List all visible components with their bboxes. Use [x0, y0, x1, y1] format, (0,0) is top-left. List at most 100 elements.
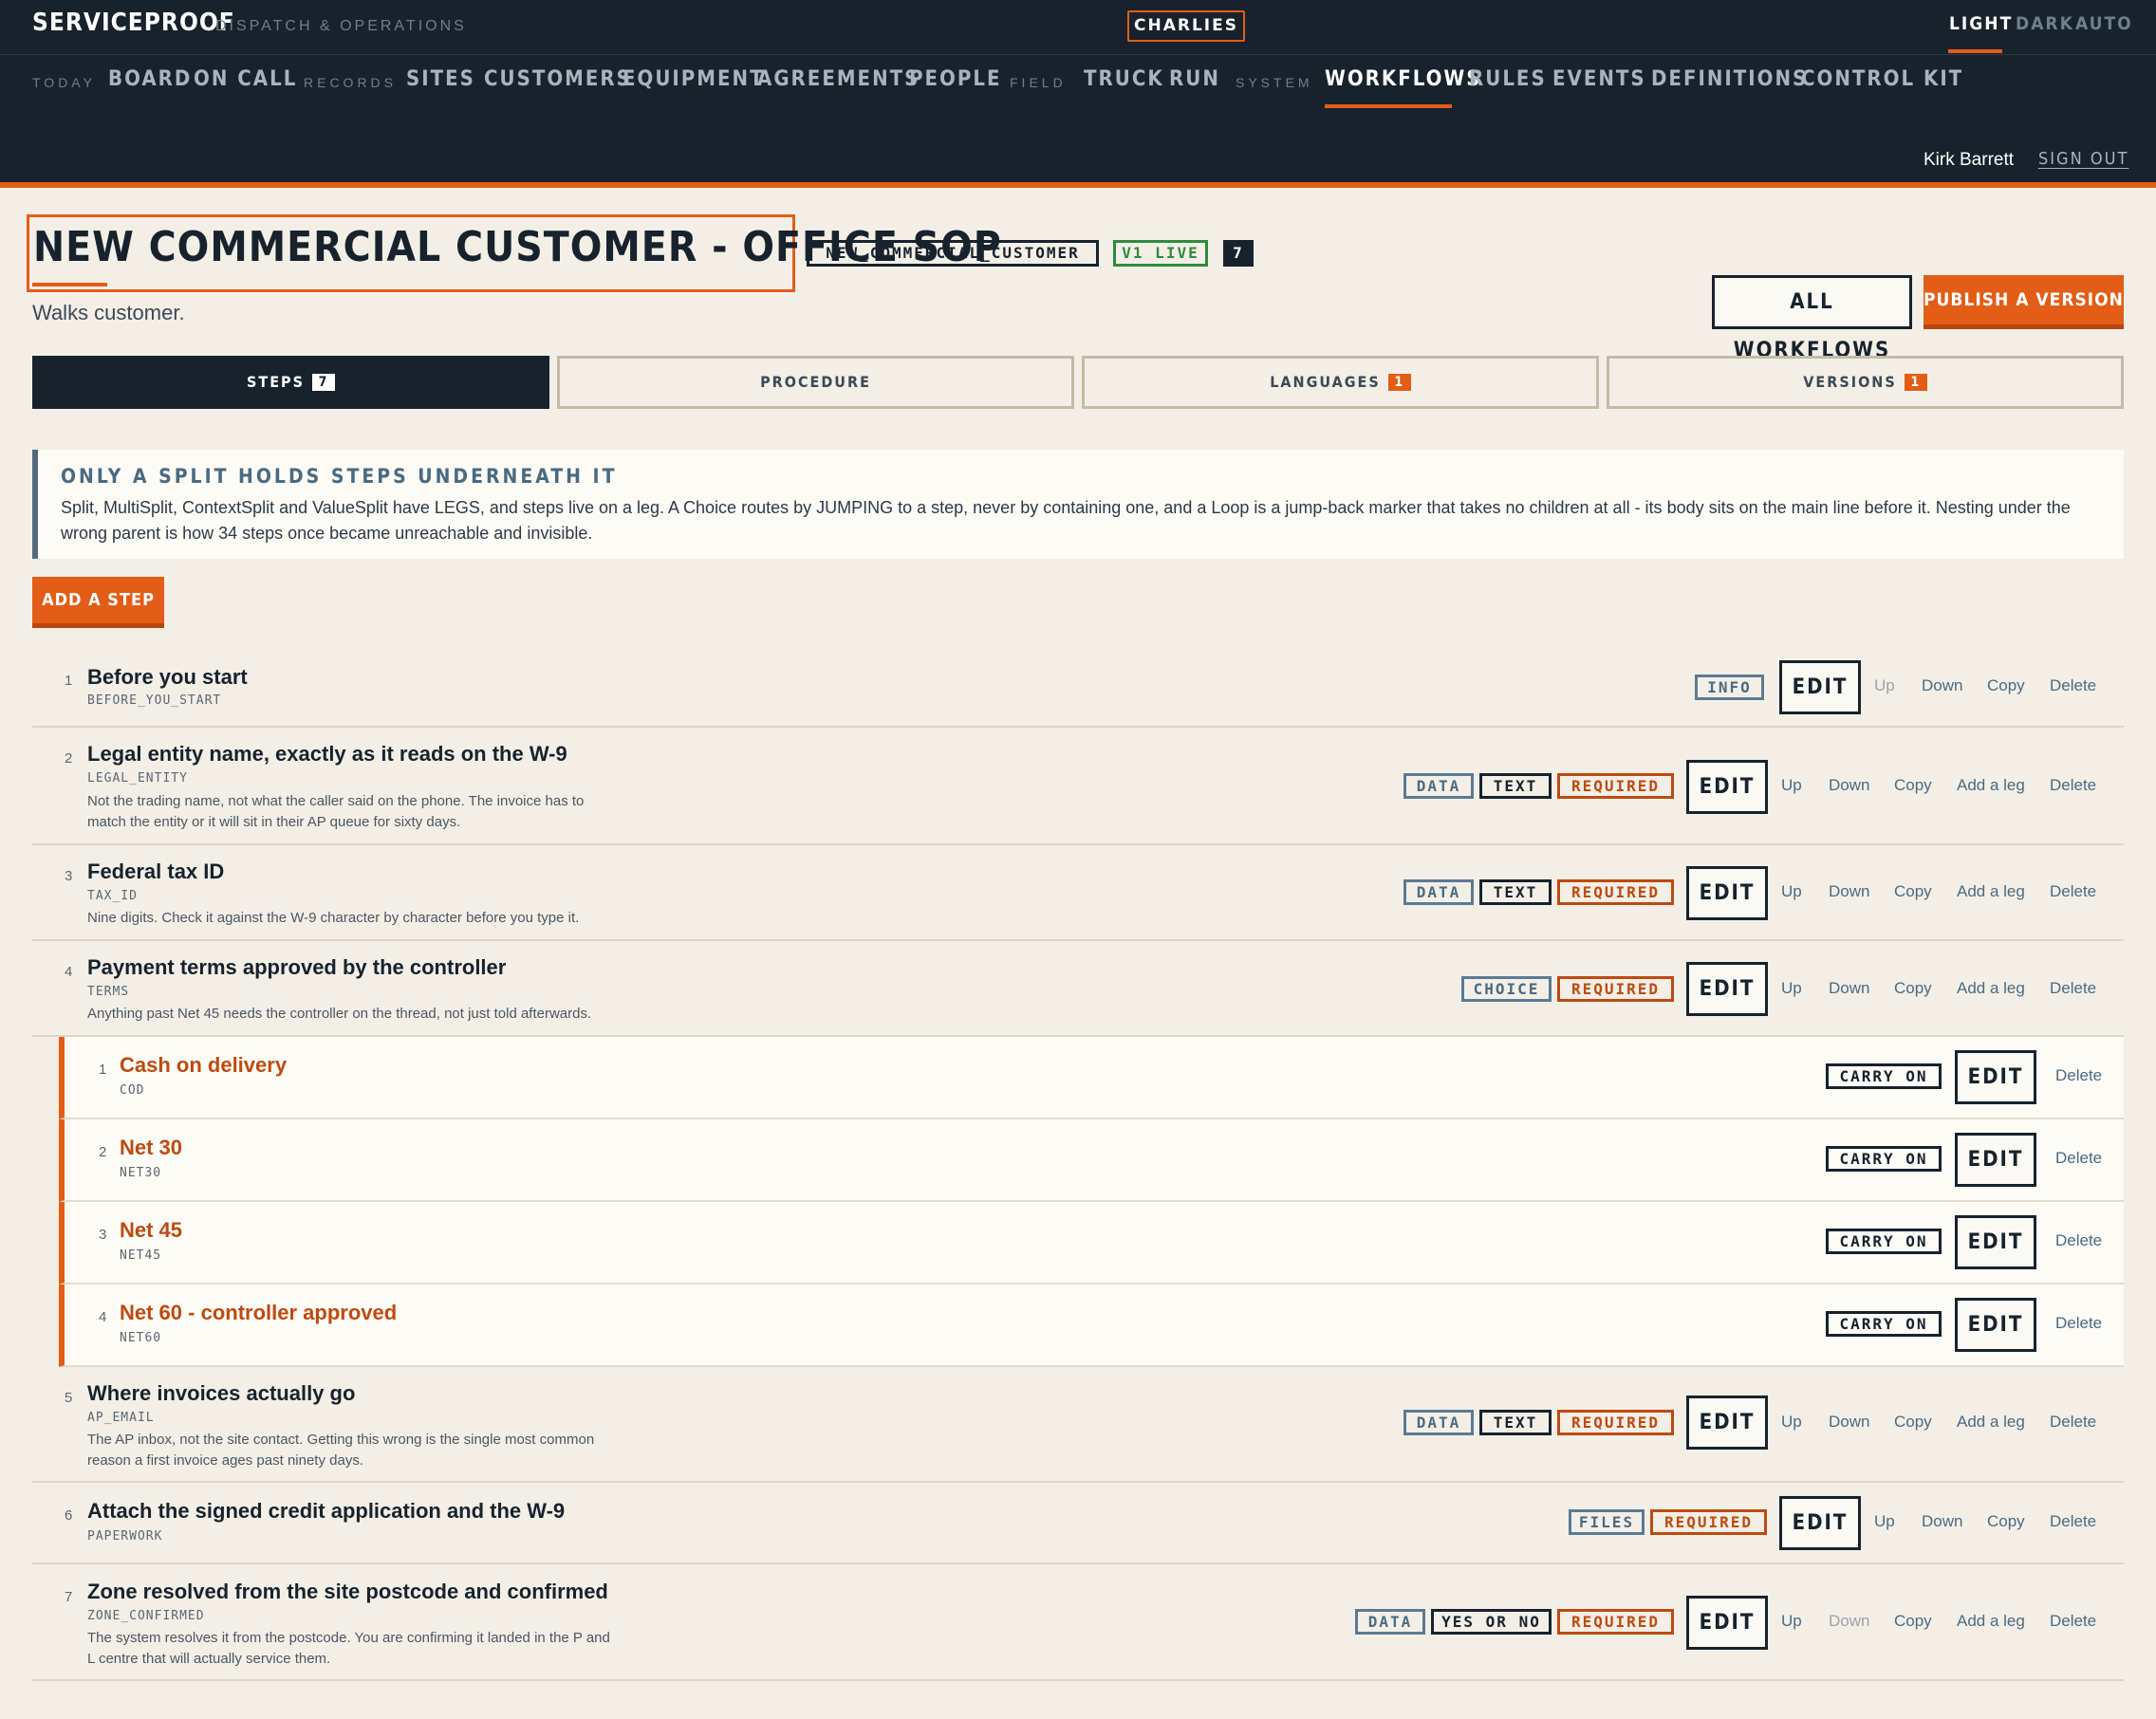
delete-link[interactable]: Delete	[2050, 1512, 2096, 1531]
edit-button[interactable]: EDIT	[1955, 1298, 2036, 1352]
carry-on-tag: CARRY ON	[1826, 1311, 1942, 1337]
copy-link[interactable]: Copy	[1894, 979, 1932, 998]
copy-link[interactable]: Copy	[1987, 676, 2025, 695]
move-up-link[interactable]: Up	[1874, 676, 1895, 695]
brand-logo[interactable]: SERVICEPROOF	[32, 9, 235, 37]
add-leg-link[interactable]: Add a leg	[1957, 1612, 2025, 1631]
copy-link[interactable]: Copy	[1894, 1413, 1932, 1432]
all-workflows-button[interactable]: ALL WORKFLOWS	[1712, 275, 1912, 362]
copy-link[interactable]: Copy	[1894, 882, 1932, 901]
nav-rules[interactable]: RULES	[1469, 67, 1547, 91]
step-number: 7	[65, 1589, 73, 1605]
nav-equipment[interactable]: EQUIPMENT	[623, 67, 765, 91]
delete-link[interactable]: Delete	[2050, 776, 2096, 795]
nav-events[interactable]: EVENTS	[1552, 67, 1646, 91]
tab-badge: 1	[1904, 374, 1927, 391]
edit-button[interactable]: EDIT	[1955, 1133, 2036, 1187]
step-description: Nine digits. Check it against the W-9 ch…	[87, 910, 580, 926]
step-row: 3 Federal tax ID TAX_ID Nine digits. Che…	[32, 845, 2124, 941]
leg-row: 1 Cash on delivery COD CARRY ON EDIT Del…	[59, 1037, 2124, 1119]
move-down-link[interactable]: Down	[1922, 676, 1962, 695]
type-tag-data: DATA	[1355, 1609, 1425, 1635]
tab-versions[interactable]: VERSIONS 1	[1607, 356, 2124, 409]
move-down-link[interactable]: Down	[1829, 1413, 1869, 1432]
delete-link[interactable]: Delete	[2055, 1231, 2102, 1250]
leg-title: Net 30	[120, 1136, 183, 1159]
sign-out-link[interactable]: SIGN OUT	[2038, 149, 2128, 169]
theme-dark[interactable]: DARK	[2016, 13, 2074, 34]
copy-link[interactable]: Copy	[1987, 1512, 2025, 1531]
step-key: BEFORE_YOU_START	[87, 693, 222, 708]
step-key: PAPERWORK	[87, 1529, 163, 1543]
tab-procedure[interactable]: PROCEDURE	[557, 356, 1074, 409]
required-tag: REQUIRED	[1557, 879, 1674, 905]
nav-customers[interactable]: CUSTOMERS	[484, 67, 632, 91]
delete-link[interactable]: Delete	[2050, 1612, 2096, 1631]
step-number: 4	[65, 964, 73, 980]
delete-link[interactable]: Delete	[2055, 1149, 2102, 1168]
tab-steps[interactable]: STEPS 7	[32, 356, 549, 409]
edit-button[interactable]: EDIT	[1955, 1050, 2036, 1104]
nav-control-kit[interactable]: CONTROL KIT	[1801, 67, 1963, 91]
add-leg-link[interactable]: Add a leg	[1957, 882, 2025, 901]
move-up-link[interactable]: Up	[1781, 979, 1802, 998]
edit-button[interactable]: EDIT	[1686, 1596, 1768, 1650]
add-leg-link[interactable]: Add a leg	[1957, 776, 2025, 795]
edit-button[interactable]: EDIT	[1686, 962, 1768, 1016]
add-step-button[interactable]: ADD A STEP	[32, 577, 164, 628]
leg-row: 2 Net 30 NET30 CARRY ON EDIT Delete	[59, 1119, 2124, 1202]
nav-on-call[interactable]: ON CALL	[194, 67, 297, 91]
move-down-link[interactable]: Down	[1922, 1512, 1962, 1531]
move-up-link[interactable]: Up	[1781, 1612, 1802, 1631]
nav-people[interactable]: PEOPLE	[909, 67, 1002, 91]
nav-agreements[interactable]: AGREEMENTS	[757, 67, 920, 91]
move-up-link[interactable]: Up	[1781, 776, 1802, 795]
move-down-link[interactable]: Down	[1829, 979, 1869, 998]
nav-sites[interactable]: SITES	[406, 67, 475, 91]
required-tag: REQUIRED	[1557, 976, 1674, 1002]
move-up-link[interactable]: Up	[1781, 882, 1802, 901]
copy-link[interactable]: Copy	[1894, 1612, 1932, 1631]
edit-button[interactable]: EDIT	[1779, 660, 1861, 714]
delete-link[interactable]: Delete	[2050, 1413, 2096, 1432]
move-down-link[interactable]: Down	[1829, 1612, 1869, 1631]
edit-button[interactable]: EDIT	[1779, 1496, 1861, 1550]
delete-link[interactable]: Delete	[2050, 979, 2096, 998]
delete-link[interactable]: Delete	[2055, 1066, 2102, 1085]
edit-button[interactable]: EDIT	[1955, 1215, 2036, 1269]
nav-truck[interactable]: TRUCK	[1084, 67, 1164, 91]
delete-link[interactable]: Delete	[2050, 676, 2096, 695]
delete-link[interactable]: Delete	[2050, 882, 2096, 901]
delete-link[interactable]: Delete	[2055, 1314, 2102, 1333]
type-tag-choice: CHOICE	[1461, 976, 1552, 1002]
move-up-link[interactable]: Up	[1781, 1413, 1802, 1432]
edit-button[interactable]: EDIT	[1686, 760, 1768, 814]
copy-link[interactable]: Copy	[1894, 776, 1932, 795]
theme-light[interactable]: LIGHT	[1949, 13, 2013, 34]
leg-row: 4 Net 60 - controller approved NET60 CAR…	[59, 1285, 2124, 1367]
theme-auto[interactable]: AUTO	[2075, 13, 2133, 34]
edit-button[interactable]: EDIT	[1686, 1396, 1768, 1450]
tab-badge: 7	[311, 374, 335, 391]
add-leg-link[interactable]: Add a leg	[1957, 1413, 2025, 1432]
nav-board[interactable]: BOARD	[108, 67, 192, 91]
tab-languages[interactable]: LANGUAGES 1	[1082, 356, 1599, 409]
nav-workflows[interactable]: WORKFLOWS	[1325, 67, 1482, 91]
step-row: 6 Attach the signed credit application a…	[32, 1483, 2124, 1564]
move-up-link[interactable]: Up	[1874, 1512, 1895, 1531]
type-tag-data: DATA	[1403, 879, 1474, 905]
page-title-box[interactable]: NEW COMMERCIAL CUSTOMER - OFFICE SOP	[27, 214, 1001, 292]
publish-version-button[interactable]: PUBLISH A VERSION	[1924, 275, 2124, 329]
org-switcher[interactable]: CHARLIES	[1127, 10, 1245, 42]
move-down-link[interactable]: Down	[1829, 882, 1869, 901]
nav-definitions[interactable]: DEFINITIONS	[1651, 67, 1808, 91]
add-leg-link[interactable]: Add a leg	[1957, 979, 2025, 998]
version-status-badge: V1 LIVE	[1113, 240, 1208, 267]
leg-key: COD	[120, 1083, 145, 1098]
move-down-link[interactable]: Down	[1829, 776, 1869, 795]
top-bar: SERVICEPROOF DISPATCH & OPERATIONS CHARL…	[0, 0, 2156, 188]
edit-button[interactable]: EDIT	[1686, 866, 1768, 920]
leg-title: Net 60 - controller approved	[120, 1301, 398, 1324]
step-number: 3	[65, 868, 73, 884]
nav-run[interactable]: RUN	[1169, 67, 1220, 91]
